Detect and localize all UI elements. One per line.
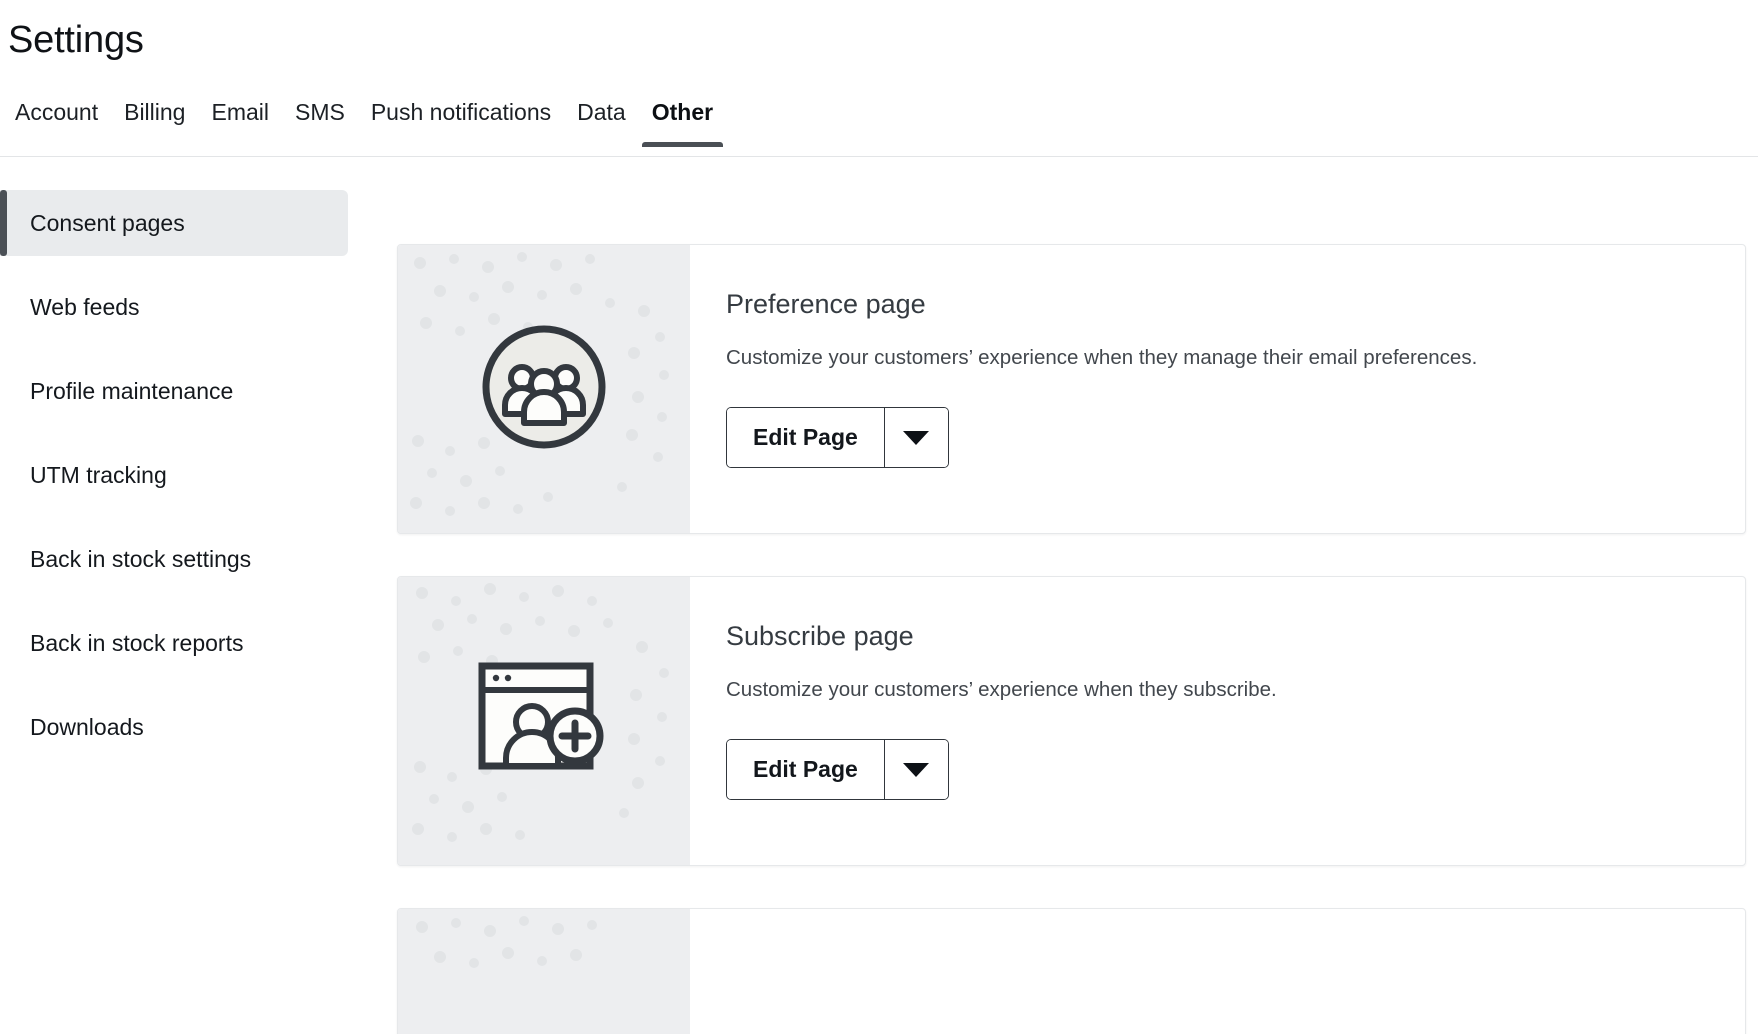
sidebar-item-label: Back in stock settings <box>30 546 251 573</box>
card-description: Customize your customers’ experience whe… <box>726 675 1486 705</box>
tab-email[interactable]: Email <box>198 88 282 126</box>
sidebar-item-label: Downloads <box>30 714 144 741</box>
sidebar-item-back-in-stock-settings[interactable]: Back in stock settings <box>0 526 348 592</box>
sidebar-item-label: Consent pages <box>30 210 185 237</box>
chevron-down-icon <box>903 431 929 445</box>
edit-page-button[interactable]: Edit Page <box>727 740 884 799</box>
settings-sidebar: Consent pages Web feeds Profile maintena… <box>0 190 348 778</box>
card-body: Preference page Customize your customers… <box>690 245 1745 533</box>
page-title: Settings <box>8 16 144 64</box>
card-media <box>398 245 690 533</box>
edit-page-button[interactable]: Edit Page <box>727 408 884 467</box>
people-group-circle-icon <box>479 322 609 457</box>
sidebar-item-label: Back in stock reports <box>30 630 243 657</box>
sidebar-item-utm-tracking[interactable]: UTM tracking <box>0 442 348 508</box>
tab-other[interactable]: Other <box>639 88 726 126</box>
chevron-down-icon <box>903 763 929 777</box>
consent-pages-card-list: Preference page Customize your customers… <box>397 244 1746 1034</box>
tab-sms[interactable]: SMS <box>282 88 358 126</box>
sidebar-item-downloads[interactable]: Downloads <box>0 694 348 760</box>
speckle-pattern <box>398 909 690 1034</box>
card-title: Subscribe page <box>726 619 1705 653</box>
card-media <box>398 909 690 1034</box>
card-partial-third <box>397 908 1746 1034</box>
card-body: Subscribe page Customize your customers’… <box>690 577 1745 865</box>
card-preference-page: Preference page Customize your customers… <box>397 244 1746 534</box>
sidebar-item-web-feeds[interactable]: Web feeds <box>0 274 348 340</box>
sidebar-item-label: Profile maintenance <box>30 378 233 405</box>
tab-billing[interactable]: Billing <box>111 88 198 126</box>
card-description: Customize your customers’ experience whe… <box>726 343 1486 373</box>
edit-page-split-button: Edit Page <box>726 739 949 800</box>
tab-list: Account Billing Email SMS Push notificat… <box>0 88 1758 156</box>
sidebar-item-label: UTM tracking <box>30 462 167 489</box>
edit-page-dropdown-toggle[interactable] <box>885 740 948 799</box>
sidebar-item-back-in-stock-reports[interactable]: Back in stock reports <box>0 610 348 676</box>
edit-page-split-button: Edit Page <box>726 407 949 468</box>
tab-data[interactable]: Data <box>564 88 639 126</box>
sidebar-item-consent-pages[interactable]: Consent pages <box>0 190 348 256</box>
tab-account[interactable]: Account <box>2 88 111 126</box>
card-media <box>398 577 690 865</box>
card-title: Preference page <box>726 287 1705 321</box>
tabbar: Account Billing Email SMS Push notificat… <box>0 88 1758 157</box>
settings-page: Settings Account Billing Email SMS Push … <box>0 0 1758 1034</box>
sidebar-item-label: Web feeds <box>30 294 140 321</box>
card-body <box>690 909 1745 1034</box>
tab-push-notifications[interactable]: Push notifications <box>358 88 564 126</box>
edit-page-dropdown-toggle[interactable] <box>885 408 948 467</box>
sidebar-item-profile-maintenance[interactable]: Profile maintenance <box>0 358 348 424</box>
card-subscribe-page: Subscribe page Customize your customers’… <box>397 576 1746 866</box>
browser-add-user-icon <box>478 660 610 783</box>
